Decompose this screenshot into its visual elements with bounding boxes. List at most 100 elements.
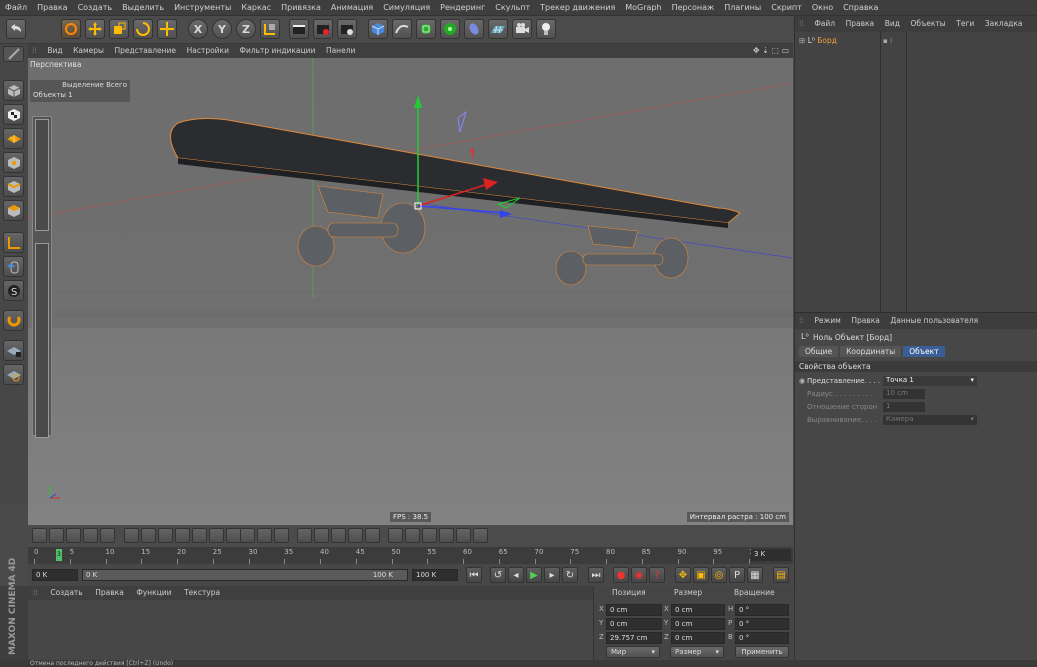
mat-menu-edit[interactable]: Правка — [90, 586, 129, 599]
axis-mode-button[interactable] — [3, 232, 24, 253]
rot-b-field[interactable]: 0 ° — [735, 632, 789, 644]
texture-mode-button[interactable] — [3, 104, 24, 125]
tab-basic[interactable]: Общие — [799, 346, 839, 357]
menu-item-15[interactable]: Скрипт — [766, 0, 807, 15]
record-keys-button[interactable]: ● — [613, 567, 629, 583]
attr-menu-edit[interactable]: Правка — [847, 313, 884, 328]
light-button[interactable] — [536, 19, 556, 39]
keyframe-tool-14[interactable] — [257, 528, 272, 543]
attr-menu-userdata[interactable]: Данные пользователя — [886, 313, 982, 328]
menu-item-1[interactable]: Правка — [32, 0, 72, 15]
object-row-bord[interactable]: ⊞ L⁰ Борд — [799, 36, 837, 45]
palette-slot-2[interactable] — [35, 243, 49, 438]
x-axis-lock-button[interactable]: X — [188, 19, 208, 39]
render-settings-button[interactable] — [337, 19, 357, 39]
workplane-mode-button[interactable] — [3, 128, 24, 149]
transform-tool-button[interactable] — [157, 19, 177, 39]
coord-mode-dropdown[interactable]: Мир ▾ — [606, 646, 660, 658]
keyframe-tool-5[interactable] — [100, 528, 115, 543]
obj-menu-file[interactable]: Файл — [810, 16, 839, 31]
rotate-tool-button[interactable] — [133, 19, 153, 39]
menu-item-12[interactable]: MoGraph — [620, 0, 666, 15]
next-key-button[interactable]: ↻ — [562, 567, 578, 583]
rot-p-field[interactable]: 0 ° — [735, 618, 789, 630]
vp-menu-display[interactable]: Представление — [111, 44, 181, 57]
tab-coordinates[interactable]: Координаты — [840, 346, 902, 357]
menu-item-6[interactable]: Привязка — [276, 0, 326, 15]
record-rotation-button[interactable]: ◎ — [711, 567, 727, 583]
keyframe-tool-26[interactable] — [473, 528, 488, 543]
size-z-field[interactable]: 0 cm — [671, 632, 725, 644]
size-mode-dropdown[interactable]: Размер ▾ — [670, 646, 724, 658]
material-manager-area[interactable] — [28, 600, 593, 660]
menu-item-5[interactable]: Каркас — [236, 0, 276, 15]
make-editable-button[interactable] — [3, 46, 24, 62]
magnet-button[interactable] — [3, 310, 24, 331]
play-button[interactable]: ▶ — [526, 567, 542, 583]
viewport-navigation-icons[interactable]: ✥ ⇣ ⬚ ▭ — [753, 46, 789, 55]
current-frame-field[interactable]: 3 K — [751, 549, 791, 561]
pos-x-field[interactable]: 0 cm — [606, 604, 662, 616]
keyframe-tool-13[interactable] — [240, 528, 255, 543]
tweak-mode-button[interactable] — [3, 256, 24, 277]
model-mode-button[interactable] — [3, 80, 24, 101]
keyframe-tool-24[interactable] — [439, 528, 454, 543]
vp-menu-options[interactable]: Настройки — [183, 44, 233, 57]
keyframe-tool-6[interactable] — [124, 528, 139, 543]
record-scale-button[interactable]: ▣ — [693, 567, 709, 583]
menu-item-9[interactable]: Рендеринг — [435, 0, 490, 15]
mat-menu-texture[interactable]: Текстура — [179, 586, 225, 599]
keyframe-tool-19[interactable] — [348, 528, 363, 543]
next-frame-button[interactable]: ▸ — [544, 567, 560, 583]
menu-item-13[interactable]: Персонаж — [667, 0, 720, 15]
pos-z-field[interactable]: 29.757 cm — [606, 632, 662, 644]
display-dropdown[interactable]: Точка 1 ▾ — [883, 376, 977, 386]
obj-menu-bookmarks[interactable]: Закладка — [981, 16, 1027, 31]
keyframe-tool-9[interactable] — [175, 528, 190, 543]
size-y-field[interactable]: 0 cm — [671, 618, 725, 630]
aspect-ratio-field[interactable]: 1 — [883, 402, 925, 412]
vp-menu-cameras[interactable]: Камеры — [69, 44, 108, 57]
locked-workplane-button[interactable] — [3, 340, 24, 361]
menu-item-4[interactable]: Инструменты — [169, 0, 236, 15]
timeline-ruler[interactable]: 3 0 5 10 15 20 25 30 35 40 45 50 55 60 65 70 75 80 85 90 95… — [28, 547, 793, 564]
obj-menu-tags[interactable]: Теги — [952, 16, 978, 31]
attr-menu-mode[interactable]: Режим — [810, 313, 844, 328]
camera-button[interactable] — [512, 19, 532, 39]
move-tool-button[interactable] — [85, 19, 105, 39]
floor-button[interactable] — [488, 19, 508, 39]
animate-toggle-icon[interactable]: ◉ — [799, 377, 805, 385]
menu-item-3[interactable]: Выделить — [117, 0, 169, 15]
keyframe-tool-7[interactable] — [141, 528, 156, 543]
obj-menu-edit[interactable]: Правка — [842, 16, 879, 31]
preview-range-slider[interactable]: 0 K 100 K — [82, 569, 408, 581]
keyframe-tool-18[interactable] — [331, 528, 346, 543]
record-position-button[interactable]: ✥ — [675, 567, 691, 583]
y-axis-lock-button[interactable]: Y — [212, 19, 232, 39]
subdivision-surface-button[interactable] — [416, 19, 436, 39]
keyframe-tool-8[interactable] — [158, 528, 173, 543]
keyframe-tool-1[interactable] — [32, 528, 47, 543]
radius-field[interactable]: 10 cm — [883, 389, 925, 399]
snapping-button[interactable]: S — [3, 280, 24, 301]
live-select-button[interactable] — [61, 19, 81, 39]
record-pla-button[interactable]: ▦ — [747, 567, 763, 583]
obj-menu-view[interactable]: Вид — [881, 16, 904, 31]
menu-item-16[interactable]: Окно — [807, 0, 838, 15]
keyframe-tool-15[interactable] — [274, 528, 289, 543]
object-visibility-toggles[interactable]: ▪ ⁞ — [883, 36, 901, 45]
tab-object[interactable]: Объект — [903, 346, 945, 357]
vp-menu-panel[interactable]: Панели — [322, 44, 359, 57]
menu-item-10[interactable]: Скульпт — [490, 0, 535, 15]
menu-item-7[interactable]: Анимация — [326, 0, 378, 15]
keyframe-tool-16[interactable] — [297, 528, 312, 543]
keyframe-tool-21[interactable] — [388, 528, 403, 543]
vp-menu-view[interactable]: Вид — [43, 44, 66, 57]
record-parameter-button[interactable]: P — [729, 567, 745, 583]
menu-item-8[interactable]: Симуляция — [378, 0, 435, 15]
mat-menu-function[interactable]: Функции — [131, 586, 176, 599]
goto-end-button[interactable]: ⏭ — [588, 567, 604, 583]
orientation-dropdown[interactable]: Камера ▾ — [883, 415, 977, 425]
planar-workplane-button[interactable] — [3, 364, 24, 385]
rot-h-field[interactable]: 0 ° — [735, 604, 789, 616]
